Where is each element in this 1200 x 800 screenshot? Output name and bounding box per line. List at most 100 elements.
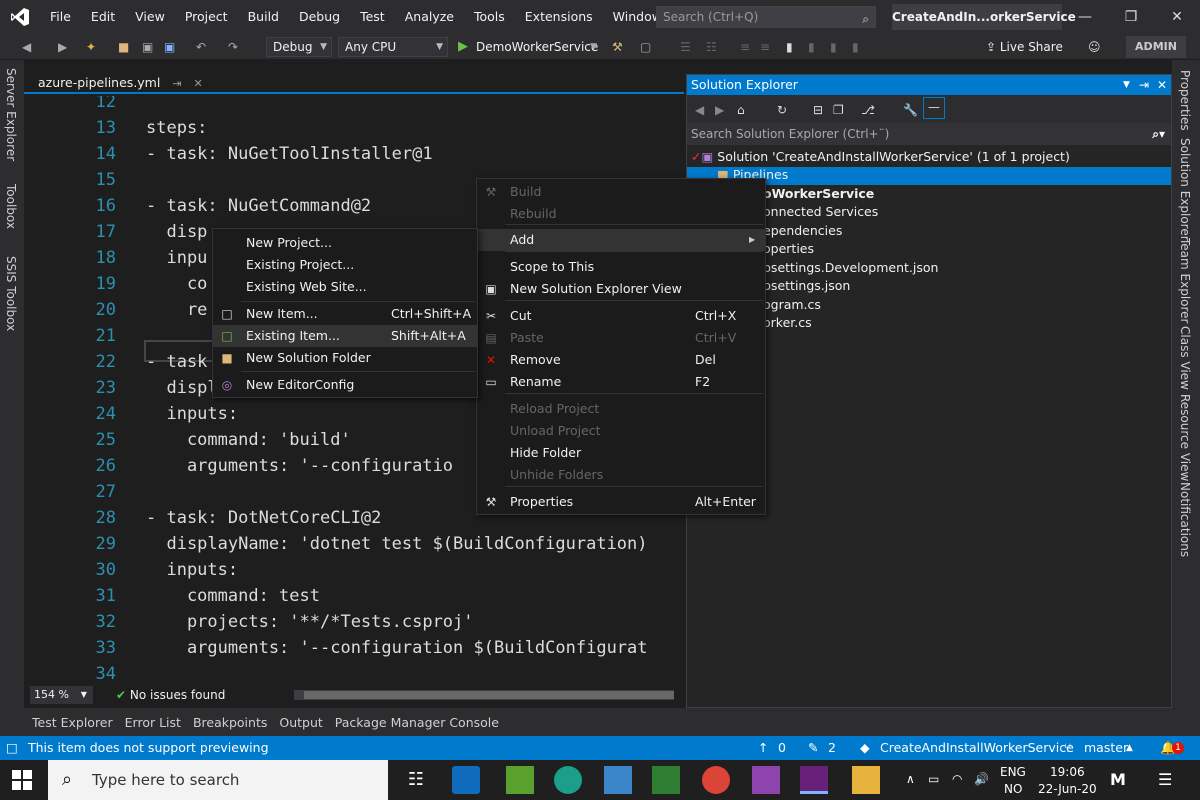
wrench-icon[interactable]: 🔧 (903, 101, 918, 119)
close-button[interactable]: ✕ (1154, 0, 1200, 34)
menu-debug[interactable]: Debug (289, 0, 350, 34)
code-line[interactable]: re (146, 300, 207, 320)
search-box[interactable]: Search (Ctrl+Q) ⌕ (656, 6, 876, 28)
code-line[interactable]: command: 'build' (146, 430, 351, 450)
outlook-icon[interactable] (452, 766, 480, 794)
code-line[interactable]: - task (146, 352, 207, 372)
menu-edit[interactable]: Edit (81, 0, 125, 34)
resource-view-tab[interactable]: Resource View (1178, 394, 1192, 481)
horizontal-scrollbar[interactable] (294, 690, 674, 700)
clock-time[interactable]: 19:06 (1050, 765, 1085, 779)
collapse-all-icon[interactable]: ⊟ (813, 101, 823, 119)
home-icon[interactable]: ⌂ (737, 101, 745, 119)
preview-icon[interactable]: — (923, 97, 945, 119)
tool-tab-output[interactable]: Output (275, 715, 326, 730)
task-view-icon[interactable]: ☷ (402, 766, 430, 794)
azure-icon[interactable] (604, 766, 632, 794)
scrollbar-thumb[interactable] (304, 691, 674, 699)
wifi-icon[interactable]: ◠ (952, 772, 962, 786)
server-explorer-tab[interactable]: Server Explorer (4, 68, 18, 161)
maximize-button[interactable]: ❐ (1108, 0, 1154, 34)
menu-item-new-solution-explorer-view[interactable]: ▣ New Solution Explorer View (477, 278, 765, 300)
toolbox-tab[interactable]: Toolbox (4, 184, 18, 229)
issues-indicator[interactable]: ✔ No issues found (116, 686, 225, 704)
prev-bookmark-icon[interactable]: ▮ (808, 38, 815, 56)
menu-item-scope-to-this[interactable]: Scope to This (477, 256, 765, 278)
tray-chevron-icon[interactable]: ∧ (906, 772, 915, 786)
tree-item[interactable]: operties (763, 241, 814, 256)
branch-name[interactable]: master (1084, 736, 1128, 760)
menu-item-existing-project[interactable]: Existing Project... (213, 254, 477, 276)
chevron-up-icon[interactable]: ▲ (1126, 736, 1133, 760)
menu-item-properties[interactable]: ⚒ Properties Alt+Enter (477, 491, 765, 513)
battery-icon[interactable]: ▭ (928, 772, 939, 786)
menu-item-new-item[interactable]: □ New Item... Ctrl+Shift+A (213, 303, 477, 325)
menu-item-remove[interactable]: ✕ Remove Del (477, 349, 765, 371)
tree-solution-node[interactable]: ✓▣ Solution 'CreateAndInstallWorkerServi… (691, 149, 1070, 164)
pin-icon[interactable]: ⇥ (172, 77, 181, 90)
attach-icon[interactable]: ⚒ (612, 38, 623, 56)
edit-count[interactable]: 2 (828, 736, 836, 760)
open-folder-icon[interactable]: ■ (118, 38, 129, 56)
up-count[interactable]: 0 (778, 736, 786, 760)
clear-bookmarks-icon[interactable]: ▮ (852, 38, 859, 56)
code-line[interactable]: inpu (146, 248, 207, 268)
document-tab[interactable]: azure-pipelines.yml ⇥ ✕ (32, 72, 209, 94)
save-all-icon[interactable]: ▣ (164, 38, 175, 56)
chevron-down-icon[interactable]: ▼ (1123, 75, 1130, 95)
pencil-icon[interactable]: ✎ (808, 736, 818, 760)
language-line2[interactable]: NO (1004, 782, 1022, 796)
class-view-tab[interactable]: Class View (1178, 326, 1192, 390)
start-icon[interactable]: ▶ (458, 38, 468, 56)
save-icon[interactable]: ▣ (142, 38, 153, 56)
menu-item-new-project[interactable]: New Project... (213, 232, 477, 254)
close-tab-icon[interactable]: ✕ (194, 77, 203, 90)
live-share-button[interactable]: ⇪ Live Share (986, 38, 1063, 56)
browser-icon[interactable]: ▢ (640, 38, 651, 56)
volume-icon[interactable]: 🔊 (974, 772, 989, 786)
menu-build[interactable]: Build (238, 0, 289, 34)
tree-item[interactable]: onnected Services (763, 204, 878, 219)
next-bookmark-icon[interactable]: ▮ (830, 38, 837, 56)
language-line1[interactable]: ENG (1000, 765, 1026, 779)
repo-icon[interactable]: ◆ (860, 736, 870, 760)
solution-explorer-tab[interactable]: Solution Explorer (1178, 138, 1192, 241)
menu-item-existing-web-site[interactable]: Existing Web Site... (213, 276, 477, 298)
edge-dev-icon[interactable] (554, 766, 582, 794)
code-line[interactable]: - task: DotNetCoreCLI@2 (146, 508, 381, 528)
pin-icon[interactable]: ⇥ (1139, 75, 1149, 95)
feedback-icon[interactable]: ☺ (1088, 38, 1101, 56)
platform-dropdown[interactable]: Any CPU ▼ (338, 37, 448, 57)
tree-item[interactable]: ependencies (763, 223, 842, 238)
tree-item[interactable]: orker.cs (763, 315, 812, 330)
code-line[interactable]: co (146, 274, 207, 294)
menu-view[interactable]: View (125, 0, 175, 34)
visual-studio-active-icon[interactable] (800, 766, 828, 794)
step-icon[interactable]: ☰ (680, 38, 691, 56)
action-center-icon[interactable]: ☰ (1158, 770, 1172, 789)
forward-icon[interactable]: ▶ (715, 101, 724, 119)
branch-icon[interactable]: ⑂ (1064, 736, 1072, 760)
configuration-dropdown[interactable]: Debug ▼ (266, 37, 332, 57)
clock-date[interactable]: 22-Jun-20 (1038, 782, 1097, 796)
repo-name[interactable]: CreateAndInstallWorkerService (880, 736, 1074, 760)
menu-project[interactable]: Project (175, 0, 238, 34)
undo-icon[interactable]: ↶ (196, 38, 206, 56)
admin-badge[interactable]: ADMIN (1126, 36, 1186, 58)
excel-tool-icon[interactable] (506, 766, 534, 794)
menu-file[interactable]: File (40, 0, 81, 34)
code-line[interactable]: arguments: '--configuration $(BuildConfi… (146, 638, 648, 658)
solution-explorer-search[interactable]: Search Solution Explorer (Ctrl+¨) ⌕▾ (687, 123, 1171, 145)
code-line[interactable]: - task: NuGetCommand@2 (146, 196, 371, 216)
menu-analyze[interactable]: Analyze (395, 0, 464, 34)
git-icon[interactable]: ⎇ (861, 101, 875, 119)
code-line[interactable]: arguments: '--configuratio (146, 456, 453, 476)
back-icon[interactable]: ◀ (22, 38, 31, 56)
excel-icon[interactable] (652, 766, 680, 794)
tool-tab-breakpoints[interactable]: Breakpoints (189, 715, 271, 730)
comment-icon[interactable]: ≡ (740, 38, 750, 56)
bookmark-list-icon[interactable]: ☷ (706, 38, 717, 56)
start-target[interactable]: DemoWorkerService (476, 38, 598, 56)
tree-item[interactable]: psettings.Development.json (763, 260, 938, 275)
code-line[interactable]: inputs: (146, 560, 238, 580)
